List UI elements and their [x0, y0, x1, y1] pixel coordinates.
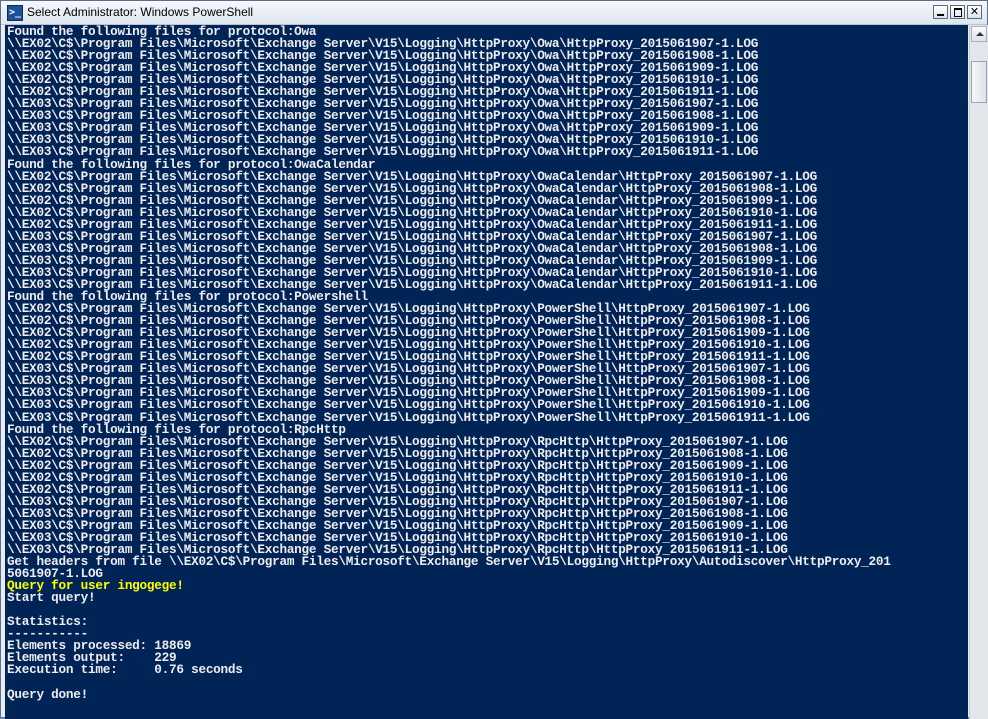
vertical-scrollbar[interactable]: [969, 25, 988, 719]
close-button[interactable]: ✕: [967, 5, 982, 19]
scroll-up-arrow-icon[interactable]: [971, 26, 987, 42]
minimize-icon: [937, 14, 944, 16]
powershell-icon[interactable]: >_: [7, 5, 23, 21]
title-bar[interactable]: >_ Select Administrator: Windows PowerSh…: [1, 1, 987, 25]
console-line: Start query!: [7, 590, 96, 606]
console-line: Get headers from file \\EX02\C$\Program …: [7, 554, 891, 570]
powershell-window: >_ Select Administrator: Windows PowerSh…: [0, 0, 988, 719]
console-lines: Found the following files for protocol:O…: [7, 25, 891, 702]
console-line: Execution time: 0.76 seconds: [7, 662, 243, 678]
scrollbar-thumb[interactable]: [971, 61, 987, 103]
close-icon: ✕: [969, 5, 980, 18]
minimize-button[interactable]: [933, 5, 948, 19]
window-title: Select Administrator: Windows PowerShell: [27, 5, 254, 19]
console-line: Query for user ingogege!: [7, 578, 184, 594]
maximize-button[interactable]: [950, 5, 965, 19]
maximize-icon: [954, 8, 962, 17]
console-line: Statistics:: [7, 614, 89, 630]
console-line: Query done!: [7, 686, 89, 702]
console-output[interactable]: Found the following files for protocol:O…: [5, 25, 968, 719]
